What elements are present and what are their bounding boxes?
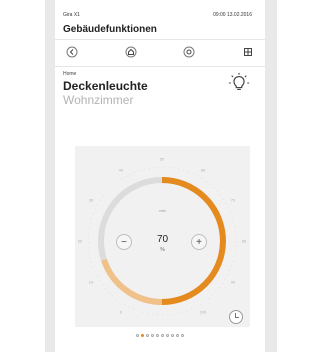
scale-label: 50 <box>160 157 165 162</box>
page-indicator <box>55 334 265 342</box>
decrease-button[interactable]: − <box>116 234 132 250</box>
dial-top-label: min <box>159 208 166 213</box>
status-right: 09:00 13.02.2016 <box>213 12 252 18</box>
device-room: Wohnzimmer <box>63 93 134 107</box>
page-dot[interactable] <box>171 334 174 337</box>
divider-top <box>55 39 265 40</box>
back-button[interactable] <box>63 45 81 63</box>
clock-icon[interactable] <box>229 310 243 324</box>
scale-label: 90 <box>231 280 236 285</box>
brightness-value: 70 <box>156 234 169 245</box>
settings-button[interactable] <box>180 45 198 63</box>
page-dot[interactable] <box>156 334 159 337</box>
page-dot[interactable] <box>151 334 154 337</box>
dial-light-arc <box>101 258 163 305</box>
page-dot[interactable] <box>136 334 139 337</box>
brightness-unit: % <box>160 247 165 253</box>
home-icon <box>125 45 137 63</box>
scale-label: 0 <box>120 310 123 315</box>
page-dot[interactable] <box>176 334 179 337</box>
page-dot[interactable] <box>166 334 169 337</box>
status-left: Gira X1 <box>63 12 80 18</box>
scale-label: 60 <box>201 168 206 173</box>
device-location: Home <box>63 71 77 77</box>
scale-label: 30 <box>89 198 94 203</box>
page-dot[interactable] <box>141 334 144 337</box>
scale-label: 100 <box>200 310 207 315</box>
nav-bar <box>55 44 265 64</box>
page-dot[interactable] <box>181 334 184 337</box>
grid-button[interactable] <box>239 45 257 63</box>
page-dot[interactable] <box>161 334 164 337</box>
device-name: Deckenleuchte <box>63 79 148 93</box>
light-bulb-icon[interactable] <box>228 72 250 94</box>
page-dot[interactable] <box>146 334 149 337</box>
scale-label: 10 <box>89 280 94 285</box>
home-button[interactable] <box>122 45 140 63</box>
grid-icon <box>242 45 254 63</box>
divider-nav <box>55 66 265 67</box>
scale-label: 40 <box>119 168 124 173</box>
scale-label: 70 <box>231 198 236 203</box>
page-title: Gebäudefunktionen <box>63 24 157 35</box>
gear-icon <box>183 45 195 63</box>
increase-button[interactable]: + <box>191 234 207 250</box>
back-icon <box>66 45 78 63</box>
